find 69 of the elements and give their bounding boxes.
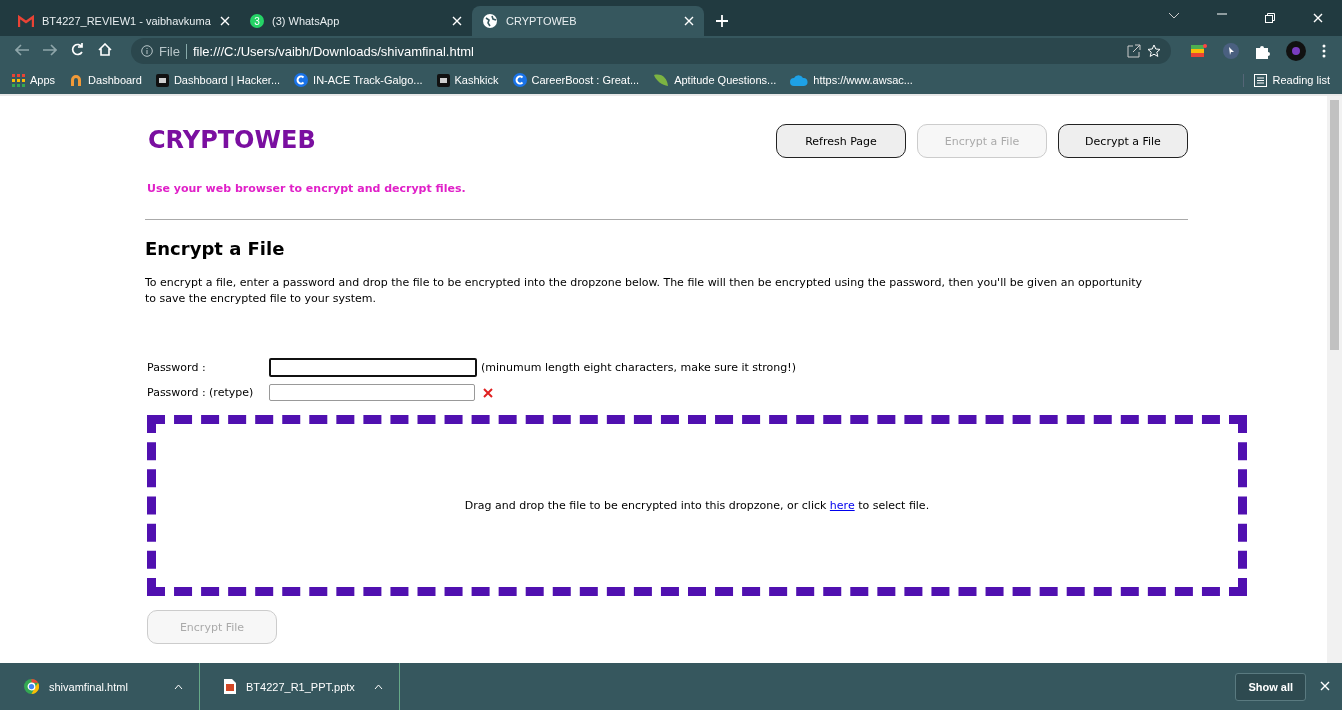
close-icon[interactable] [684,16,694,26]
close-icon[interactable] [1320,680,1330,691]
close-icon[interactable] [220,16,230,26]
stack-icon[interactable] [1191,43,1207,59]
browser-tab[interactable]: 3 (3) WhatsApp [240,6,472,36]
nav-button[interactable]: Refresh Page [776,124,906,158]
browser-icon [24,679,39,694]
reload-icon[interactable] [71,43,84,56]
caret-icon[interactable] [374,683,383,690]
browser-tab[interactable]: BT4227_REVIEW1 - vaibhavkuma [8,6,240,36]
arch-icon [69,74,84,86]
restore-icon[interactable] [1265,13,1275,23]
globe-icon [482,13,498,29]
square-icon [155,73,169,87]
cloud-icon [790,74,809,86]
menu-icon[interactable] [1322,44,1326,58]
circle-icon [294,73,309,87]
document-icon [224,679,236,694]
address-bar[interactable]: File file:///C:/Users/vaibh/Downloads/shivamfinal.html [131,38,1171,64]
scheme-label: File [159,43,187,59]
bookmark[interactable]: Aptitude Questions... [653,73,777,87]
password-field[interactable] [269,358,477,377]
plus-icon [716,15,728,27]
mail-icon [18,15,34,27]
puzzle-icon[interactable] [1255,43,1270,59]
close-icon[interactable] [1313,13,1323,23]
cursor-icon[interactable] [1223,43,1239,59]
bookmark[interactable]: CareerBoost : Great... [512,73,640,87]
site-title: CRYPTOWEB [148,126,317,154]
bookmark[interactable]: Dashboard [69,74,142,86]
chevron-down-icon[interactable] [1169,13,1179,19]
info-icon[interactable] [141,45,153,57]
browser-tab[interactable]: CRYPTOWEB [472,6,704,36]
section-heading: Encrypt a File [145,238,286,259]
show-all-button[interactable]: Show all [1235,672,1306,701]
nav-button[interactable]: Decrypt a File [1058,124,1188,158]
bookmark[interactable]: Kashkick [436,73,499,87]
bookmark[interactable]: https://www.awsac... [790,74,913,86]
bookmark[interactable]: Apps [12,73,56,87]
grid-icon [12,73,25,87]
description: To encrypt a file, enter a password and drop the file to be encrypted into the dropzone below. The file will then be encrypted using the password, then you'll be given an opportunity to save the encrypted file to your system. [145,275,1144,307]
field-label: Password : [146,361,207,374]
reading-list-button[interactable]: Reading list [1242,73,1330,87]
share-icon[interactable] [1127,44,1141,58]
scrollbar[interactable] [1327,96,1342,663]
dropzone[interactable]: Drag and drop the file to be encrypted into this dropzone, or click here to select file. [147,415,1247,596]
home-icon[interactable] [98,43,112,56]
select-file-link[interactable]: here [829,499,855,512]
list-icon [1253,73,1267,87]
download-item[interactable]: BT4227_R1_PPT.pptx [200,663,400,710]
bookmark[interactable]: Dashboard | Hacker... [155,73,281,87]
bookmark[interactable]: IN-ACE Track-Galgo... [294,73,423,87]
url-text: file:///C:/Users/vaibh/Downloads/shivamfinal.html [192,43,475,59]
tagline: Use your web browser to encrypt and decrypt files. [147,182,466,195]
star-icon[interactable] [1147,44,1161,58]
back-icon[interactable] [15,44,29,56]
field-label: Password : (retype) [146,386,255,399]
leaf-icon [653,73,670,87]
caret-icon[interactable] [174,683,183,690]
dropzone-text: Drag and drop the file to be encrypted into this dropzone, or click here to select file. [464,499,930,512]
close-icon[interactable] [452,16,462,26]
forward-icon[interactable] [43,44,57,56]
square-icon [436,73,450,87]
download-item[interactable]: shivamfinal.html [0,663,200,710]
avatar-icon[interactable] [1286,41,1306,61]
password-field[interactable] [269,384,475,401]
field-hint: (minumum length eight characters, make sure it strong!) [481,361,796,374]
circle-icon [512,73,527,87]
chat-badge: 3 [250,14,264,28]
